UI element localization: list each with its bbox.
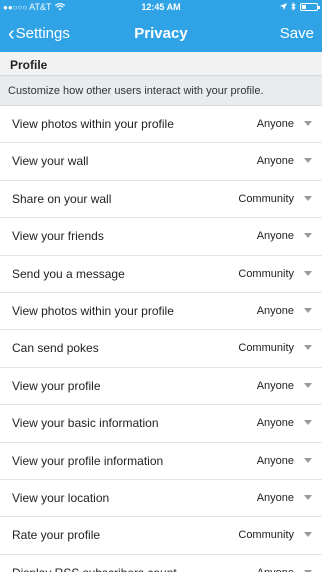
chevron-down-icon[interactable]	[304, 270, 312, 276]
chevron-down-icon[interactable]	[304, 158, 312, 164]
location-arrow-icon	[280, 3, 287, 10]
setting-row[interactable]: View photos within your profile Anyone	[0, 106, 322, 144]
setting-value-dropdown[interactable]: Anyone	[257, 417, 294, 429]
bluetooth-icon	[291, 2, 296, 11]
setting-label: View your profile	[12, 378, 101, 393]
setting-value-dropdown[interactable]: Community	[238, 268, 294, 280]
setting-row[interactable]: Share on your wall Community	[0, 180, 322, 219]
setting-value-dropdown[interactable]: Anyone	[257, 455, 294, 467]
setting-label: View photos within your profile	[12, 303, 174, 318]
setting-value-dropdown[interactable]: Anyone	[257, 380, 294, 392]
status-time: 12:45 AM	[141, 2, 181, 12]
setting-value-dropdown[interactable]: Anyone	[257, 155, 294, 167]
setting-value-dropdown[interactable]: Anyone	[257, 118, 294, 130]
setting-label: View photos within your profile	[12, 117, 174, 131]
setting-row[interactable]: View your friends Anyone	[0, 218, 322, 256]
setting-row[interactable]: View your profile information Anyone	[0, 442, 322, 480]
setting-label: View your wall	[12, 154, 89, 169]
chevron-down-icon[interactable]	[304, 382, 312, 388]
setting-label: View your location	[12, 490, 110, 505]
setting-row[interactable]: Display RSS subscribers count Anyone	[0, 554, 322, 572]
setting-row[interactable]: Rate your profile Community	[0, 517, 322, 555]
setting-row[interactable]: Can send pokes Community	[0, 330, 322, 368]
setting-label: Send you a message	[12, 266, 125, 281]
chevron-down-icon[interactable]	[304, 233, 312, 239]
setting-row[interactable]: Send you a message Community	[0, 255, 322, 293]
chevron-down-icon[interactable]	[304, 532, 312, 538]
status-bar: ●●○○○ AT&T 12:45 AM	[0, 0, 322, 14]
chevron-down-icon[interactable]	[304, 307, 312, 313]
navigation-bar: ‹ Settings Privacy Save	[0, 14, 322, 52]
setting-value-dropdown[interactable]: Anyone	[257, 492, 294, 504]
section-description: Customize how other users interact with …	[0, 76, 322, 106]
setting-row[interactable]: View your location Anyone	[0, 479, 322, 518]
setting-row[interactable]: View your wall Anyone	[0, 143, 322, 181]
setting-value-dropdown[interactable]: Community	[238, 342, 294, 354]
section-header: Profile	[0, 52, 322, 76]
page-title: Privacy	[134, 25, 188, 42]
status-right	[280, 2, 320, 11]
chevron-down-icon[interactable]	[304, 345, 312, 351]
setting-label: Share on your wall	[12, 191, 112, 206]
chevron-down-icon[interactable]	[304, 420, 312, 426]
save-button[interactable]: Save	[280, 25, 314, 42]
setting-value-dropdown[interactable]: Anyone	[257, 567, 294, 572]
setting-label: Display RSS subscribers count	[12, 566, 177, 572]
setting-label: View your basic information	[12, 416, 159, 431]
privacy-settings-list: View photos within your profile Anyone Vie…	[0, 106, 322, 572]
setting-row[interactable]: View photos within your profile Anyone	[0, 292, 322, 331]
setting-label: View your profile information	[12, 453, 164, 468]
setting-label: Rate your profile	[12, 528, 101, 543]
setting-row[interactable]: View your basic information Anyone	[0, 405, 322, 443]
chevron-down-icon[interactable]	[304, 494, 312, 500]
chevron-down-icon[interactable]	[304, 121, 312, 126]
setting-value-dropdown[interactable]: Anyone	[257, 305, 294, 317]
chevron-down-icon[interactable]	[304, 457, 312, 463]
setting-value-dropdown[interactable]: Community	[238, 529, 294, 541]
chevron-down-icon[interactable]	[304, 195, 312, 201]
setting-value-dropdown[interactable]: Community	[238, 193, 294, 205]
setting-value-dropdown[interactable]: Anyone	[257, 230, 294, 242]
setting-label: Can send pokes	[12, 341, 99, 356]
setting-label: View your friends	[12, 229, 104, 244]
battery-level-fill	[302, 4, 306, 9]
battery-icon	[300, 2, 320, 11]
setting-row[interactable]: View your profile Anyone	[0, 367, 322, 406]
